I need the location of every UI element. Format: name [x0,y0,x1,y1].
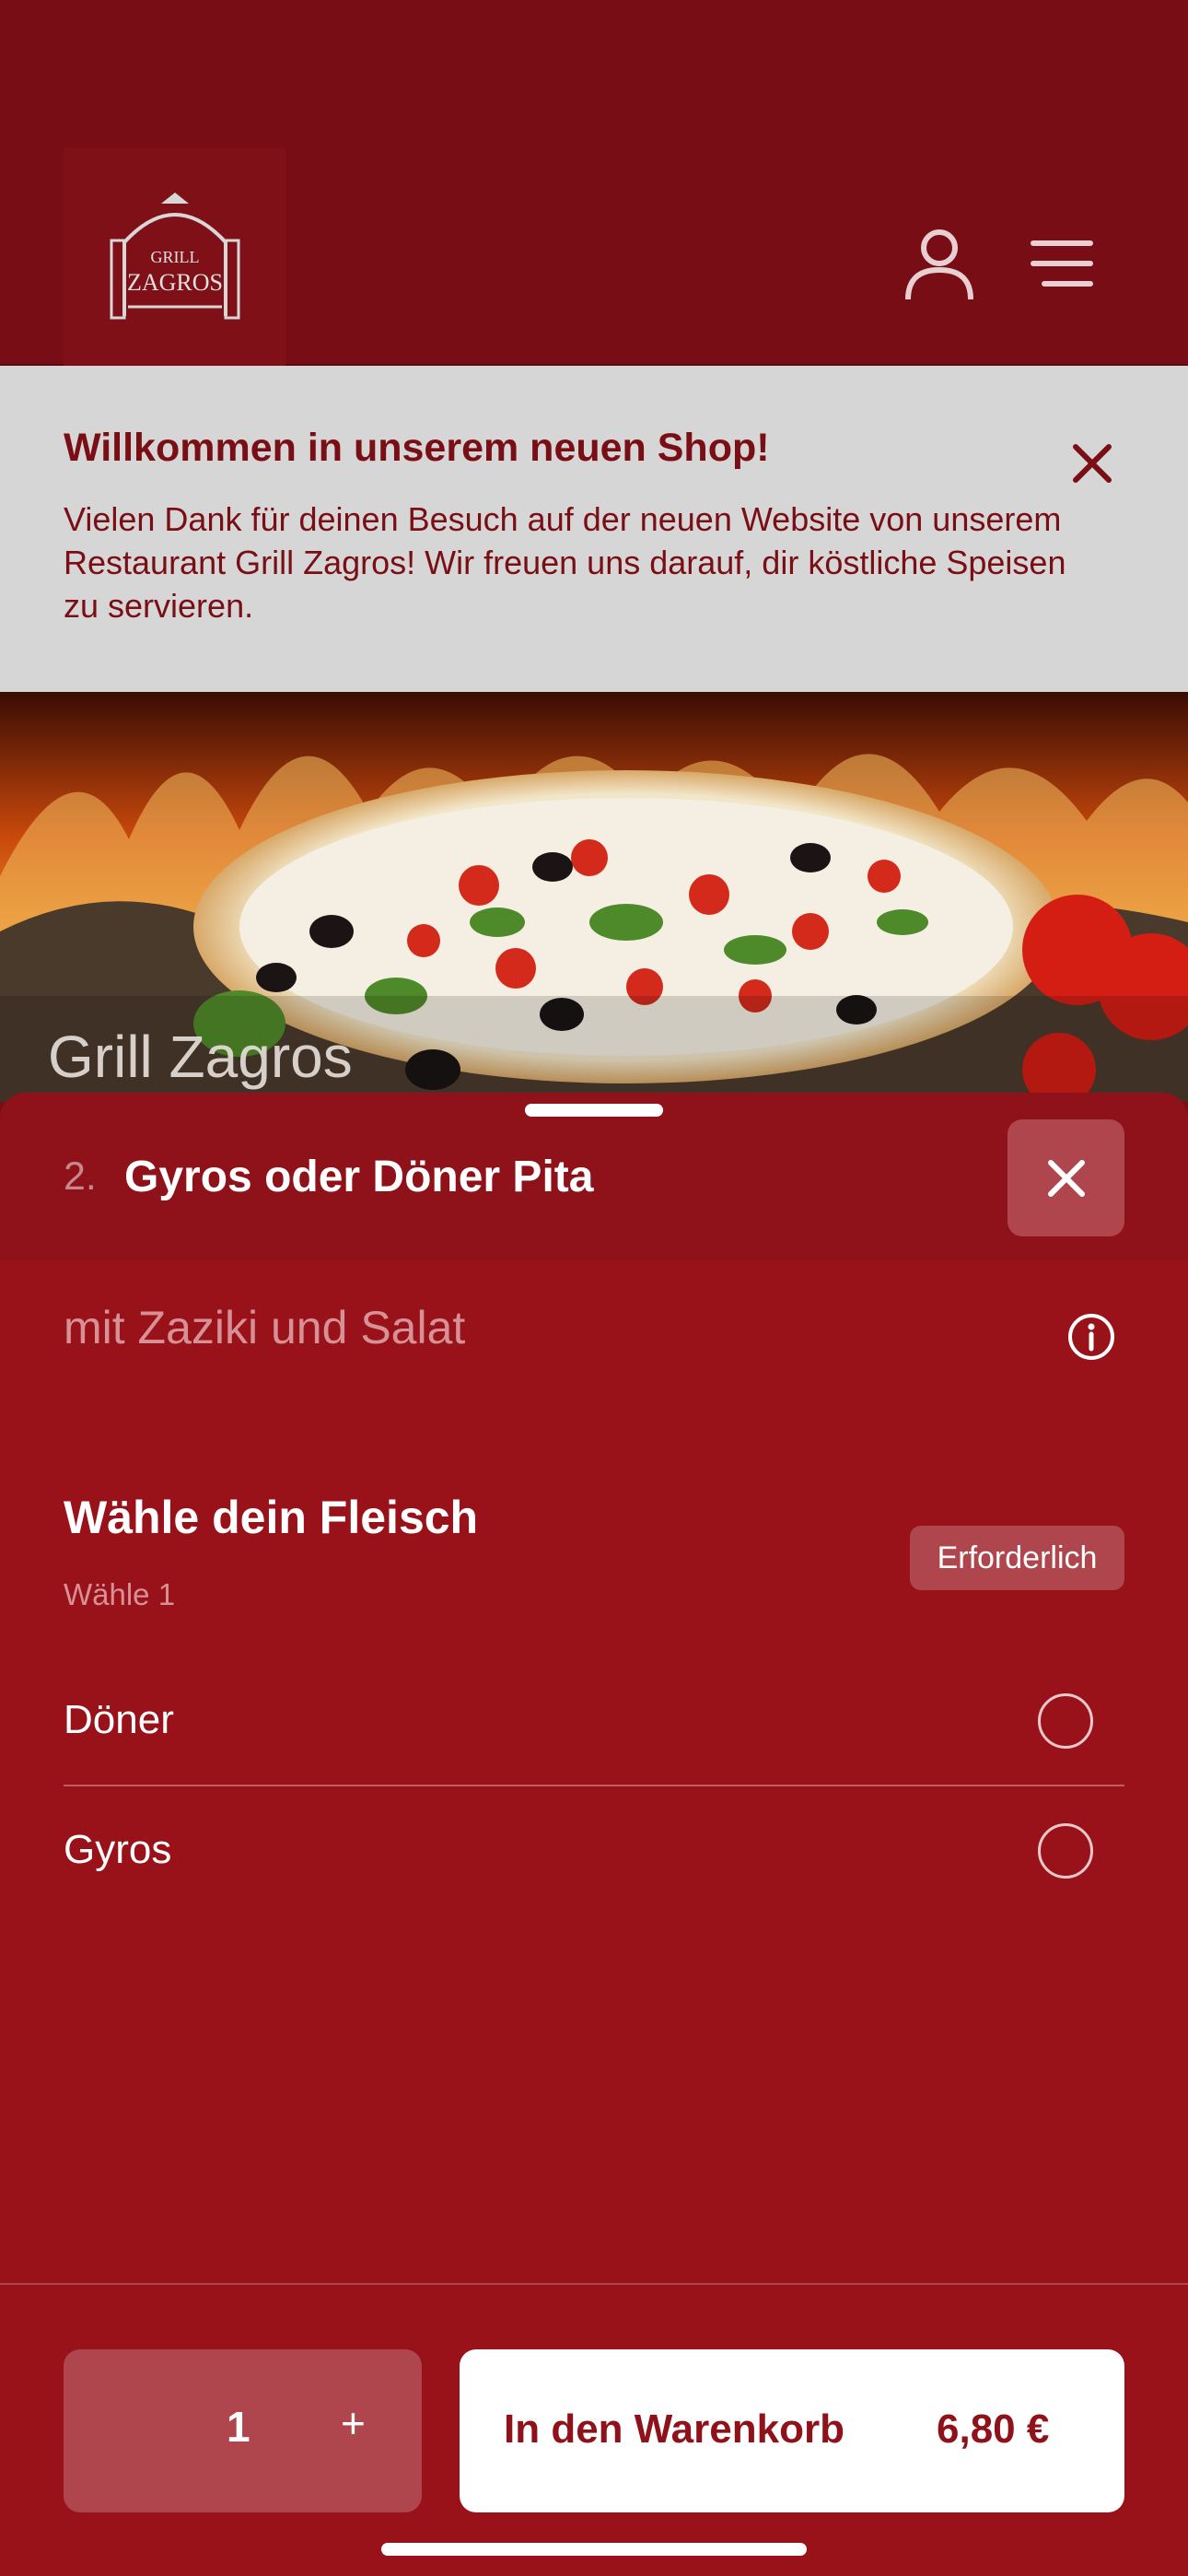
svg-text:GRILL: GRILL [150,248,199,266]
required-badge: Erforderlich [910,1526,1124,1590]
sheet-drag-handle[interactable] [525,1104,663,1117]
banner-title: Willkommen in unserem neuen Shop! [64,426,770,470]
home-indicator [381,2543,807,2556]
add-to-cart-price: 6,80 € [937,2406,1050,2452]
restaurant-logo[interactable]: GRILL ZAGROS [64,147,285,373]
svg-text:ZAGROS: ZAGROS [126,269,222,296]
banner-text: Vielen Dank für deinen Besuch auf der ne… [64,500,1066,625]
option-label: Döner [64,1697,174,1742]
close-icon[interactable] [1066,438,1118,489]
user-icon[interactable] [901,226,978,303]
logo-emblem-icon: GRILL ZAGROS [110,192,239,319]
option-divider [64,1785,1124,1786]
option-group-subtitle: Wähle 1 [64,1577,176,1611]
option-group-title: Wähle dein Fleisch [64,1492,479,1543]
sheet-close-button[interactable] [1007,1119,1124,1236]
quantity-value: 1 [227,2403,250,2451]
item-description: mit Zaziki und Salat [64,1302,466,1353]
add-to-cart-label: In den Warenkorb [504,2406,844,2452]
quantity-increase-button[interactable]: + [341,2398,366,2448]
menu-icon[interactable] [1030,238,1094,289]
radio-button[interactable] [1038,1823,1093,1879]
option-label: Gyros [64,1827,172,1872]
radio-button[interactable] [1038,1693,1093,1749]
hero-restaurant-name: Grill Zagros [48,1024,353,1090]
item-number: 2. [64,1154,97,1199]
option-gyros[interactable]: Gyros [64,1788,1124,1917]
item-title: Gyros oder Döner Pita [124,1153,594,1201]
close-icon [1047,1159,1085,1197]
option-doener[interactable]: Döner [64,1658,1124,1787]
footer-divider [0,2283,1188,2285]
info-icon[interactable] [1066,1312,1116,1362]
